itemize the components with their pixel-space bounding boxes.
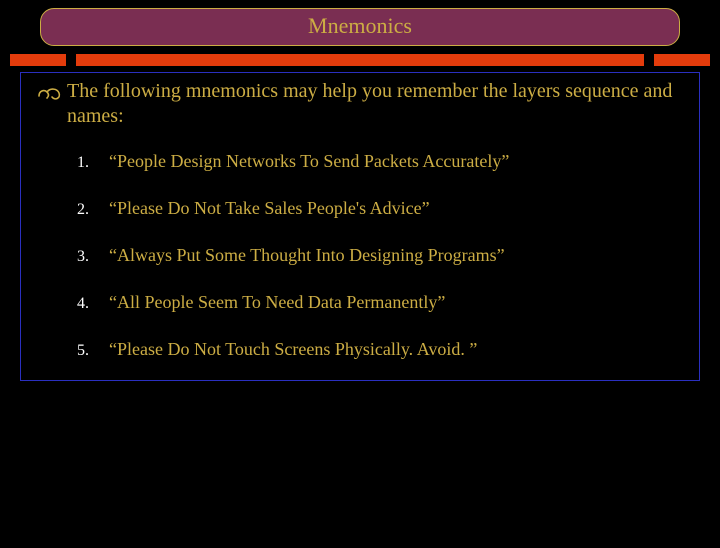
title-banner: Mnemonics (40, 8, 680, 46)
item-number: 2. (77, 201, 109, 219)
divider-gap (66, 54, 76, 66)
item-text: “Please Do Not Touch Screens Physically.… (109, 339, 477, 360)
list-item: 5. “Please Do Not Touch Screens Physical… (77, 339, 689, 360)
item-text: “All People Seem To Need Data Permanentl… (109, 292, 445, 313)
divider-gap (644, 54, 654, 66)
intro-text: The following mnemonics may help you rem… (67, 79, 689, 129)
item-number: 3. (77, 248, 109, 266)
item-text: “Please Do Not Take Sales People's Advic… (109, 198, 430, 219)
list-item: 3. “Always Put Some Thought Into Designi… (77, 245, 689, 266)
item-number: 5. (77, 342, 109, 360)
mnemonic-list: 1. “People Design Networks To Send Packe… (77, 151, 689, 360)
item-text: “Always Put Some Thought Into Designing … (109, 245, 505, 266)
bullet-icon (31, 79, 67, 109)
divider-bar (10, 54, 710, 66)
page-title: Mnemonics (308, 13, 412, 38)
item-number: 4. (77, 295, 109, 313)
item-number: 1. (77, 154, 109, 172)
list-item: 2. “Please Do Not Take Sales People's Ad… (77, 198, 689, 219)
list-item: 1. “People Design Networks To Send Packe… (77, 151, 689, 172)
intro-row: The following mnemonics may help you rem… (31, 79, 689, 129)
content-box: The following mnemonics may help you rem… (20, 72, 700, 381)
item-text: “People Design Networks To Send Packets … (109, 151, 509, 172)
list-item: 4. “All People Seem To Need Data Permane… (77, 292, 689, 313)
